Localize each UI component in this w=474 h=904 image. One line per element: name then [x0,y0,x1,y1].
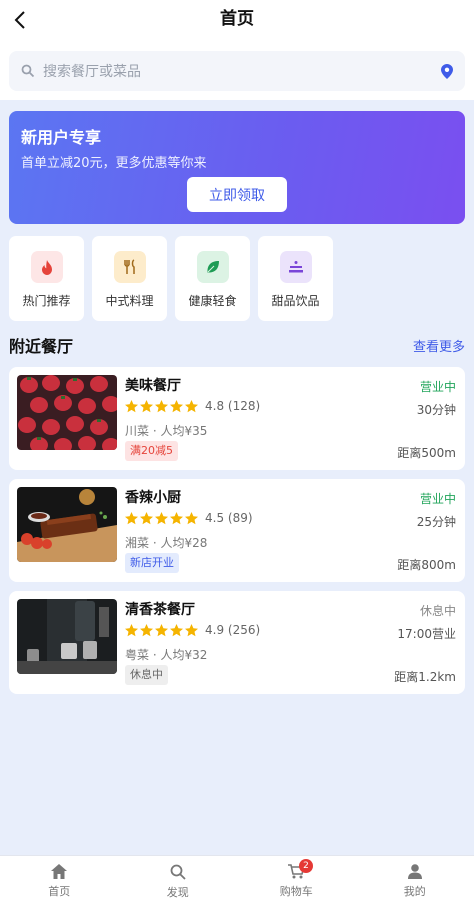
search-placeholder: 搜索餐厅或菜品 [43,64,141,80]
category-dessert[interactable]: 甜品饮品 [258,236,333,321]
rating: 4.9 (256) [125,623,260,637]
promo-tag: 满20减5 [125,441,178,461]
category-chinese[interactable]: 中式料理 [92,236,167,321]
page-title: 首页 [220,9,254,29]
status-badge: 营业中 [419,492,456,506]
promo-tag: 新店开业 [125,553,179,573]
category-chinese-icon-bg [113,251,146,283]
tab-cart[interactable]: 2 购物车 [237,856,356,904]
claim-button[interactable]: 立即领取 [187,177,287,212]
tab-profile[interactable]: 我的 [356,856,474,904]
rating-value: 4.8 (128) [205,399,261,413]
rating-value: 4.5 (89) [205,511,253,525]
banner-title: 新用户专享 [21,128,102,147]
category-healthy[interactable]: 健康轻食 [175,236,250,321]
cuisine-price: 湘菜 · 人均¥28 [125,536,208,550]
category-label: 健康轻食 [188,294,237,308]
rating: 4.5 (89) [125,511,253,525]
status-badge: 休息中 [419,604,456,618]
location-pin-icon[interactable] [441,63,453,79]
star-rating-icon [125,399,198,412]
bottom-tab-bar: 首页 发现 2 购物车 我的 [0,855,474,904]
restaurant-photo [17,375,117,450]
category-label: 中式料理 [105,294,154,308]
rating: 4.8 (128) [125,399,260,413]
restaurant-name: 清香茶餐厅 [125,602,195,618]
home-icon [51,864,68,879]
user-icon [407,864,422,879]
status-tag: 休息中 [125,665,168,685]
tab-label: 购物车 [279,885,313,898]
category-label: 甜品饮品 [271,294,320,308]
distance: 距离500m [397,446,456,460]
tab-label: 首页 [48,885,71,898]
category-row: 热门推荐 中式料理 健康轻食 甜品饮品 [9,236,333,321]
opening-time: 17:00营业 [397,627,456,641]
cart-badge: 2 [299,859,313,873]
cuisine-price: 川菜 · 人均¥35 [125,424,208,438]
restaurant-photo [17,599,117,674]
tab-label: 发现 [166,886,189,899]
delivery-time: 30分钟 [416,403,456,417]
section-title: 附近餐厅 [9,337,74,356]
star-rating-icon [125,511,198,524]
dessert-icon [288,261,303,273]
tab-discover[interactable]: 发现 [119,856,238,904]
search-icon [170,864,186,880]
category-hot-icon-bg [30,251,63,283]
utensils-icon [123,259,135,274]
category-hot[interactable]: 热门推荐 [9,236,84,321]
status-badge: 营业中 [419,380,456,394]
tab-home[interactable]: 首页 [0,856,119,904]
restaurant-card[interactable]: 美味餐厅 4.8 (128) 川菜 · 人均¥35 满20减5 营业中 30分钟… [9,367,465,470]
restaurant-card[interactable]: 清香茶餐厅 4.9 (256) 粤菜 · 人均¥32 休息中 休息中 17:00… [9,591,465,694]
category-label: 热门推荐 [22,294,71,308]
leaf-icon [206,261,219,273]
restaurant-name: 美味餐厅 [125,378,181,394]
category-healthy-icon-bg [196,251,229,283]
cuisine-price: 粤菜 · 人均¥32 [125,648,208,662]
restaurant-name: 香辣小厨 [125,490,181,506]
rating-value: 4.9 (256) [205,623,261,637]
fire-icon [41,259,52,275]
top-bar: 首页 搜索餐厅或菜品 [0,0,474,100]
promo-banner: 新用户专享 首单立减20元，更多优惠等你来 立即领取 [9,111,465,224]
category-dessert-icon-bg [279,251,312,283]
tab-label: 我的 [403,885,426,898]
search-icon [21,64,35,78]
delivery-time: 25分钟 [416,515,456,529]
distance: 距离800m [397,558,456,572]
view-more-link[interactable]: 查看更多 [413,336,465,355]
star-rating-icon [125,623,198,636]
banner-subtitle: 首单立减20元，更多优惠等你来 [21,156,207,171]
distance: 距离1.2km [394,670,456,684]
restaurant-photo [17,487,117,562]
restaurant-card[interactable]: 香辣小厨 4.5 (89) 湘菜 · 人均¥28 新店开业 营业中 25分钟 距… [9,479,465,582]
search-input[interactable]: 搜索餐厅或菜品 [9,51,465,91]
